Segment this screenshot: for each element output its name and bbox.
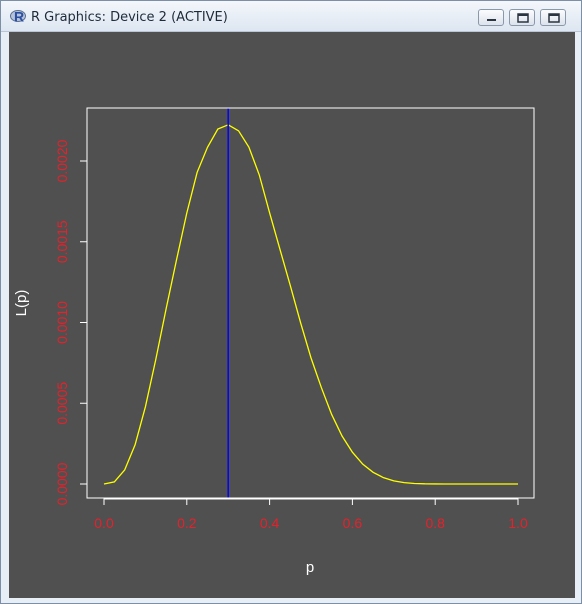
plot-area: 0.0 0.2 0.4 0.6 0.8 1.0 0.0000 0.0005 0.0010 0.00… bbox=[9, 32, 575, 598]
y-axis-label: L(p) bbox=[13, 290, 30, 317]
close-button[interactable] bbox=[540, 9, 566, 26]
x-tick-label: 0.0 bbox=[94, 515, 114, 531]
close-icon bbox=[548, 13, 560, 23]
y-tick-label: 0.0005 bbox=[54, 382, 70, 425]
x-axis-label: p bbox=[306, 559, 314, 576]
restore-icon bbox=[517, 13, 529, 23]
minimize-icon bbox=[487, 19, 496, 21]
plot-box bbox=[86, 107, 535, 499]
minimize-button[interactable] bbox=[478, 9, 504, 26]
x-tick-label: 0.6 bbox=[343, 515, 363, 531]
title-bar[interactable]: R R Graphics: Device 2 (ACTIVE) bbox=[1, 1, 581, 32]
y-tick-label: 0.0015 bbox=[54, 220, 70, 263]
restore-button[interactable] bbox=[509, 9, 535, 26]
y-tick-label: 0.0000 bbox=[54, 462, 70, 505]
window-title: R Graphics: Device 2 (ACTIVE) bbox=[31, 10, 228, 25]
r-logo-icon: R bbox=[10, 9, 26, 25]
x-tick-label: 0.4 bbox=[260, 515, 280, 531]
svg-text:R: R bbox=[14, 9, 24, 25]
likelihood-curve bbox=[103, 124, 518, 485]
window-bottom-border bbox=[1, 598, 581, 603]
y-tick-label: 0.0020 bbox=[54, 139, 70, 182]
x-tick-label: 1.0 bbox=[508, 515, 528, 531]
chart: 0.0 0.2 0.4 0.6 0.8 1.0 0.0000 0.0005 0.0010 0.00… bbox=[13, 107, 535, 576]
x-tick-label: 0.8 bbox=[425, 515, 445, 531]
x-tick-label: 0.2 bbox=[177, 515, 197, 531]
r-graphics-window: R R Graphics: Device 2 (ACTIVE) 0.0 0.2 … bbox=[0, 0, 582, 604]
y-tick-label: 0.0010 bbox=[54, 301, 70, 344]
